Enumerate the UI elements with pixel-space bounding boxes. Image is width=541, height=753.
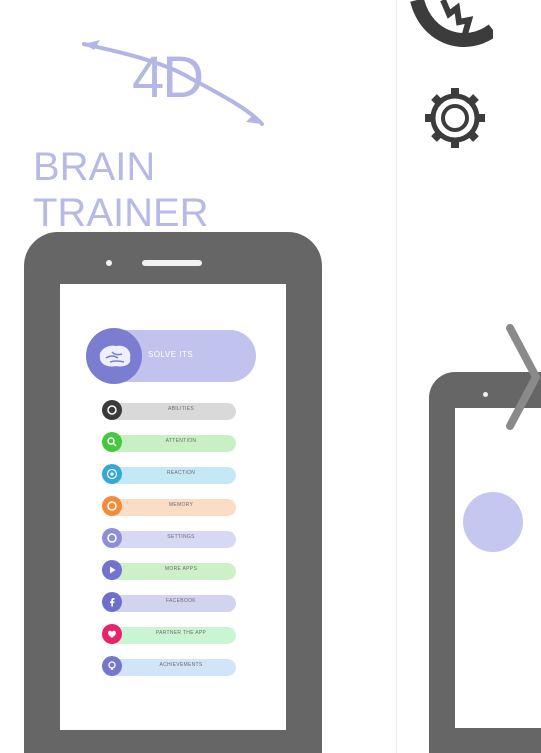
target-icon <box>102 464 122 484</box>
menu-item-reaction[interactable]: REACTION <box>102 464 242 486</box>
ring-icon <box>102 496 122 516</box>
logo-mark: 4D <box>132 45 204 110</box>
logo: 4D <box>70 30 270 140</box>
phone-speaker <box>142 260 202 266</box>
brain-icon <box>99 345 131 367</box>
phone-frame: SOLVE ITS ABILITIES ATTENTION REACTION M… <box>24 232 322 753</box>
search-icon <box>102 432 122 452</box>
menu-item-abilities[interactable]: ABILITIES <box>102 400 242 422</box>
screenshot-panel-1: 4D BRAIN TRAINER SOLVE ITS ABILITIES ATT… <box>0 0 396 753</box>
menu-item-label: REACTION <box>166 470 196 476</box>
chevron-right-icon[interactable] <box>504 322 540 432</box>
menu-item-achievements[interactable]: ACHIEVEMENTS <box>102 656 242 678</box>
phone-screen: SOLVE ITS ABILITIES ATTENTION REACTION M… <box>60 284 286 730</box>
heart-icon <box>102 624 122 644</box>
gears-icon <box>410 0 493 148</box>
menu-item-facebook[interactable]: FACEBOOK <box>102 592 242 614</box>
circle-icon <box>102 400 122 420</box>
phone-camera <box>106 260 112 266</box>
menu-item-label: SETTINGS <box>167 534 195 540</box>
menu-item-label: ACHIEVEMENTS <box>159 662 203 668</box>
bulb-icon <box>102 656 122 676</box>
ring-icon <box>102 528 122 548</box>
solve-its-label: SOLVE ITS <box>148 350 194 359</box>
menu-item-label: PARTNER THE APP <box>155 630 207 636</box>
menu-item-label: FACEBOOK <box>166 598 196 604</box>
app-title: BRAIN TRAINER <box>33 145 209 235</box>
menu-item-attention[interactable]: ATTENTION <box>102 432 242 454</box>
hero-icon-circle <box>463 492 523 552</box>
menu-item-label: MORE APPS <box>164 566 198 572</box>
phone-camera <box>483 392 488 397</box>
solve-its-button[interactable]: SOLVE ITS <box>86 328 256 384</box>
menu-item-label: MEMORY <box>168 502 194 508</box>
menu-item-label: ABILITIES <box>167 406 195 412</box>
phone-screen-secondary <box>455 408 541 728</box>
menu-item-label: ATTENTION <box>165 438 197 444</box>
menu-item-memory[interactable]: MEMORY <box>102 496 242 518</box>
menu-item-settings[interactable]: SETTINGS <box>102 528 242 550</box>
menu-item-partner-the-app[interactable]: PARTNER THE APP <box>102 624 242 646</box>
menu-item-more-apps[interactable]: MORE APPS <box>102 560 242 582</box>
facebook-icon <box>102 592 122 612</box>
hero-icon-circle <box>86 328 142 384</box>
play-icon <box>102 560 122 580</box>
screenshot-panel-2 <box>397 0 541 753</box>
